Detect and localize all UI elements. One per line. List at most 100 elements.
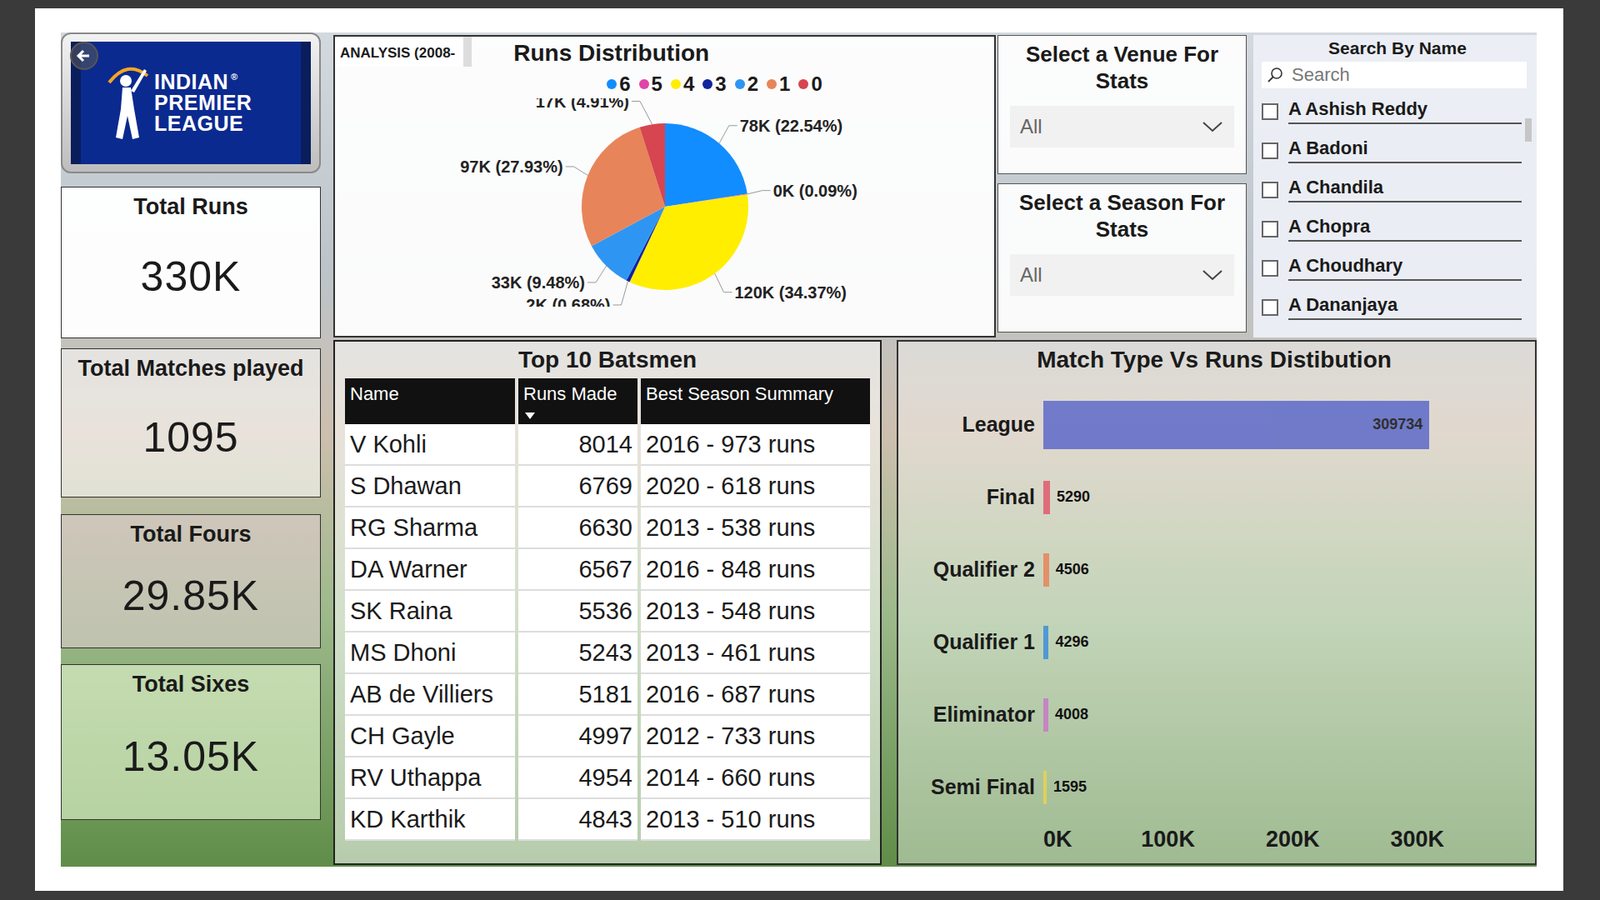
table-cell: S Dhawan <box>345 465 515 508</box>
chevron-down-icon <box>1200 267 1225 283</box>
name-item[interactable]: A Chandila <box>1261 170 1522 210</box>
legend-label: 3 <box>715 72 726 96</box>
legend-label: 6 <box>619 72 630 96</box>
leader-line <box>612 281 628 305</box>
back-arrow-shape-icon <box>78 50 90 61</box>
kpi-value: 330K <box>140 220 242 333</box>
checkbox[interactable] <box>1261 299 1279 316</box>
table-row[interactable]: V Kohli80142016 - 973 runs <box>345 424 870 466</box>
table-row[interactable]: KD Karthik48432013 - 510 runs <box>345 799 870 841</box>
ipl-logo: INDIAN®PREMIERLEAGUE <box>60 32 321 174</box>
legend-item[interactable]: 3 <box>702 72 726 96</box>
bar[interactable] <box>1043 770 1047 805</box>
name-list: A Ashish Reddy A Badoni A Chandila A Chopra… <box>1261 91 1522 327</box>
bar[interactable] <box>1043 698 1049 732</box>
name-item[interactable]: A Chopra <box>1261 209 1522 249</box>
legend-label: 2 <box>747 72 759 96</box>
data-label: 120K (34.37%) <box>734 283 847 302</box>
table-row[interactable]: MS Dhoni52432013 - 461 runs <box>345 632 870 675</box>
bar-track: 1595 <box>1043 761 1524 814</box>
name-label: A Ashish Reddy <box>1288 98 1522 125</box>
table-row[interactable]: RV Uthappa49542014 - 660 runs <box>345 757 870 800</box>
legend-label: 4 <box>683 72 695 96</box>
legend-item[interactable]: 2 <box>735 72 759 96</box>
dropdown-value: All <box>1020 115 1043 139</box>
table-row[interactable]: DA Warner65672016 - 848 runs <box>345 549 870 591</box>
legend-item[interactable]: 4 <box>670 72 695 96</box>
checkbox[interactable] <box>1261 181 1279 199</box>
name-label: A Badoni <box>1288 137 1522 164</box>
leader-line <box>631 101 653 125</box>
checkbox[interactable] <box>1261 260 1279 277</box>
legend-item[interactable]: 5 <box>639 72 663 96</box>
column-header[interactable]: Name <box>345 378 515 425</box>
leader-line <box>587 265 607 283</box>
slicer-dropdown[interactable]: All <box>1010 254 1235 296</box>
table-cell: KD Karthik <box>345 799 515 841</box>
table-cell: 5243 <box>518 632 638 675</box>
kpi-value: 1095 <box>142 382 239 492</box>
column-header[interactable]: Best Season Summary <box>640 378 870 425</box>
name-item[interactable]: A Badoni <box>1261 130 1522 170</box>
name-item[interactable]: A Dananjaya <box>1261 287 1522 327</box>
bar[interactable] <box>1043 625 1049 660</box>
legend-dot <box>702 79 713 90</box>
table-header: NameRuns MadeBest Season Summary <box>345 378 870 425</box>
name-label: A Chandila <box>1288 176 1522 203</box>
bar-value: 4296 <box>1048 633 1095 651</box>
table-row[interactable]: RG Sharma66302013 - 538 runs <box>345 507 870 550</box>
table-row[interactable]: S Dhawan67692020 - 618 runs <box>345 465 870 508</box>
bar[interactable] <box>1043 480 1050 515</box>
analysis-tab[interactable]: ANALYSIS (2008- <box>335 36 472 67</box>
kpi-label: Total Fours <box>130 520 252 549</box>
table-cell: 4997 <box>518 715 638 758</box>
checkbox[interactable] <box>1261 220 1279 238</box>
table-cell: 2013 - 461 runs <box>640 632 870 675</box>
legend-label: 0 <box>810 72 822 96</box>
table-cell: 2016 - 687 runs <box>640 674 870 716</box>
runs-distribution-panel: ANALYSIS (2008-Runs Distribution65432107… <box>333 35 996 338</box>
category-label: League <box>905 412 1044 437</box>
axis-tick: 100K <box>1140 826 1195 853</box>
legend-item[interactable]: 6 <box>606 72 630 96</box>
report-frame: INDIAN®PREMIERLEAGUETotal Runs330KTotal … <box>35 8 1564 891</box>
scrollbar-thumb[interactable] <box>1525 118 1532 142</box>
name-label: A Chopra <box>1288 215 1522 242</box>
legend-item[interactable]: 1 <box>766 72 790 96</box>
data-label: 97K (27.93%) <box>460 157 563 176</box>
chevron-shape-icon <box>1203 122 1222 131</box>
table-row[interactable]: CH Gayle49972012 - 733 runs <box>345 715 870 758</box>
table-cell: DA Warner <box>345 549 515 591</box>
pie-slice[interactable] <box>665 123 748 207</box>
legend-item[interactable]: 0 <box>798 72 822 96</box>
leader-line <box>715 273 733 292</box>
checkbox[interactable] <box>1261 142 1279 160</box>
search-field <box>1261 61 1527 89</box>
legend-dot <box>670 79 681 90</box>
bar[interactable] <box>1043 553 1050 587</box>
table-row[interactable]: AB de Villiers51812016 - 687 runs <box>345 674 870 716</box>
back-arrow-icon[interactable] <box>67 39 101 73</box>
column-header[interactable]: Runs Made <box>518 378 638 425</box>
checkbox[interactable] <box>1261 103 1279 120</box>
name-item[interactable]: A Ashish Reddy <box>1261 91 1522 131</box>
name-item[interactable]: A Choudhary <box>1261 248 1522 288</box>
table-row[interactable]: SK Raina55362013 - 548 runs <box>345 590 870 633</box>
bar[interactable]: 309734 <box>1043 400 1430 450</box>
axis-tick: 200K <box>1265 826 1320 853</box>
main-area: ANALYSIS (2008-Runs Distribution65432107… <box>333 32 1537 867</box>
pie-chart: 78K (22.54%)0K (0.09%)120K (34.37%)2K (0… <box>335 98 995 307</box>
batsman-icon <box>105 57 150 150</box>
category-label: Semi Final <box>905 775 1044 800</box>
axis-tick: 0K <box>1043 826 1073 853</box>
logo-line: INDIAN® <box>154 71 252 93</box>
table-cell: 2016 - 973 runs <box>640 424 870 466</box>
season-slicer: Select a Season For StatsAll <box>997 183 1247 333</box>
pie-slice[interactable] <box>640 123 665 207</box>
logo-badge: INDIAN®PREMIERLEAGUE <box>70 41 311 165</box>
chart-legend: 6543210 <box>335 70 995 99</box>
bar-value: 1595 <box>1046 778 1094 796</box>
logo-text: INDIAN®PREMIERLEAGUE <box>154 71 252 135</box>
slicer-dropdown[interactable]: All <box>1010 105 1235 148</box>
search-input[interactable] <box>1290 63 1522 87</box>
